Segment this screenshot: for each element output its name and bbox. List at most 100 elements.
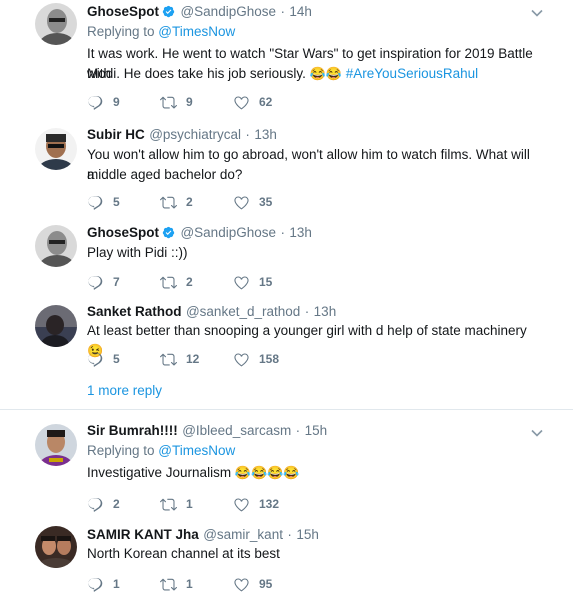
timestamp[interactable]: 13h — [254, 127, 277, 142]
heart-icon — [233, 194, 250, 211]
retweet-count: 1 — [186, 497, 193, 511]
display-name[interactable]: Sir Bumrah!!!! — [87, 423, 178, 438]
user-handle[interactable]: @sanket_d_rathod — [186, 304, 300, 319]
like-count: 158 — [259, 352, 280, 366]
retweet-icon — [160, 351, 177, 368]
reply-icon — [87, 274, 104, 291]
user-handle[interactable]: @samir_kant — [203, 527, 283, 542]
heart-icon — [233, 496, 250, 513]
reply-button[interactable]: 5 — [87, 349, 120, 369]
reply-button[interactable]: 7 — [87, 272, 120, 292]
chevron-down-icon[interactable] — [531, 429, 543, 437]
user-handle[interactable]: @psychiatrycal — [149, 127, 241, 142]
show-more-replies-link[interactable]: 1 more reply — [87, 383, 162, 398]
retweet-button[interactable]: 1 — [160, 574, 193, 594]
tweet[interactable]: Sir Bumrah!!!! @Ibleed_sarcasm · 15h Rep… — [0, 417, 573, 517]
timestamp[interactable]: 13h — [314, 304, 337, 319]
reply-button[interactable]: 1 — [87, 574, 120, 594]
like-button[interactable]: 35 — [233, 192, 272, 212]
like-button[interactable]: 158 — [233, 349, 279, 369]
like-count: 62 — [259, 95, 273, 109]
retweet-count: 2 — [186, 195, 193, 209]
retweet-icon — [160, 576, 177, 593]
retweet-button[interactable]: 12 — [160, 349, 199, 369]
avatar[interactable] — [35, 225, 77, 267]
tweet[interactable]: GhoseSpot @SandipGhose · 14h Replying to… — [0, 0, 573, 122]
tweet[interactable]: SAMIR KANT Jha @samir_kant · 15h North K… — [0, 517, 573, 606]
reply-button[interactable]: 2 — [87, 494, 120, 514]
tweet[interactable]: Subir HC @psychiatrycal · 13h You won't … — [0, 122, 573, 221]
like-button[interactable]: 15 — [233, 272, 272, 292]
thread-divider — [0, 409, 573, 410]
reply-icon — [87, 576, 104, 593]
avatar[interactable] — [35, 526, 77, 568]
tweet-text-line2: middle aged bachelor do? — [87, 167, 243, 182]
tweet-actions: 7 2 15 — [87, 272, 387, 292]
retweet-icon — [160, 496, 177, 513]
reply-button[interactable]: 5 — [87, 192, 120, 212]
like-count: 35 — [259, 195, 273, 209]
retweet-button[interactable]: 2 — [160, 192, 193, 212]
avatar[interactable] — [35, 305, 77, 347]
verified-badge-icon — [162, 226, 175, 239]
chevron-down-icon[interactable] — [531, 9, 543, 17]
retweet-icon — [160, 94, 177, 111]
tweet[interactable]: Sanket Rathod @sanket_d_rathod · 13h At … — [0, 298, 573, 370]
like-button[interactable]: 95 — [233, 574, 272, 594]
like-button[interactable]: 62 — [233, 92, 272, 112]
timestamp[interactable]: 13h — [289, 225, 312, 240]
replying-to: Replying to @TimesNow — [87, 443, 235, 458]
separator-dot: · — [280, 4, 285, 19]
retweet-icon — [160, 194, 177, 211]
avatar[interactable] — [35, 424, 77, 466]
display-name[interactable]: SAMIR KANT Jha — [87, 527, 199, 542]
separator-dot: · — [304, 304, 310, 319]
separator-dot: · — [280, 225, 285, 240]
emoji: 😂😂 — [309, 66, 342, 81]
avatar[interactable] — [35, 128, 77, 170]
display-name[interactable]: Subir HC — [87, 127, 145, 142]
reply-icon — [87, 351, 104, 368]
reply-icon — [87, 496, 104, 513]
reply-count: 9 — [113, 95, 120, 109]
retweet-count: 1 — [186, 577, 193, 591]
display-name[interactable]: GhoseSpot — [87, 4, 159, 19]
tweet-actions: 1 1 95 — [87, 574, 387, 594]
heart-icon — [233, 576, 250, 593]
reply-icon — [87, 94, 104, 111]
like-button[interactable]: 132 — [233, 494, 279, 514]
reply-count: 7 — [113, 275, 120, 289]
reply-button[interactable]: 9 — [87, 92, 120, 112]
retweet-count: 9 — [186, 95, 193, 109]
retweet-icon — [160, 274, 177, 291]
tweet[interactable]: GhoseSpot @SandipGhose · 13h Play with P… — [0, 221, 573, 298]
user-handle[interactable]: @SandipGhose — [180, 225, 276, 240]
heart-icon — [233, 94, 250, 111]
retweet-button[interactable]: 2 — [160, 272, 193, 292]
tweet-text: Play with Pidi ::)) — [87, 245, 188, 260]
replying-to-link[interactable]: @TimesNow — [158, 24, 235, 39]
avatar[interactable] — [35, 3, 77, 45]
timestamp[interactable]: 15h — [296, 527, 319, 542]
timestamp[interactable]: 15h — [305, 423, 328, 438]
reply-count: 1 — [113, 577, 120, 591]
hashtag-link[interactable]: #AreYouSeriousRahul — [346, 66, 478, 81]
tweet-text: At least better than snooping a younger … — [87, 323, 527, 338]
display-name[interactable]: Sanket Rathod — [87, 304, 182, 319]
retweet-button[interactable]: 9 — [160, 92, 193, 112]
replying-to-link[interactable]: @TimesNow — [158, 443, 235, 458]
reply-count: 2 — [113, 497, 120, 511]
verified-badge-icon — [162, 5, 175, 18]
emoji: 😂😂😂😂 — [234, 465, 300, 480]
retweet-button[interactable]: 1 — [160, 494, 193, 514]
timestamp[interactable]: 14h — [289, 4, 312, 19]
user-handle[interactable]: @SandipGhose — [180, 4, 276, 19]
replying-prefix: Replying to — [87, 24, 159, 39]
tweet-text: North Korean channel at its best — [87, 546, 280, 561]
tweet-actions: 5 2 35 — [87, 192, 387, 212]
separator-dot: · — [245, 127, 250, 142]
display-name[interactable]: GhoseSpot — [87, 225, 159, 240]
tweet-actions: 5 12 158 — [87, 349, 387, 369]
heart-icon — [233, 274, 250, 291]
user-handle[interactable]: @Ibleed_sarcasm — [182, 423, 291, 438]
